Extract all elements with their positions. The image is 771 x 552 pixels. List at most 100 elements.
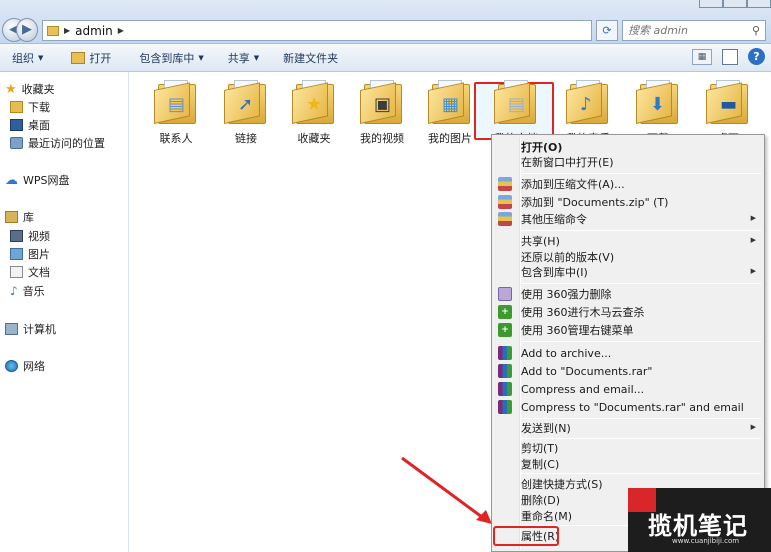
file-item-pictures[interactable]: ▦ 我的图片 [416,78,484,146]
watermark-text: 揽机笔记 [648,512,748,540]
recent-places-icon [10,137,23,149]
blank-icon [498,509,512,523]
maximize-button[interactable] [723,0,747,8]
menu-item-360-trojan-scan[interactable]: + 使用 360进行木马云查杀 [494,303,762,321]
file-label: 我的视频 [360,132,404,145]
menu-label: 重命名(M) [521,510,573,523]
close-button[interactable] [747,0,771,8]
breadcrumb-chevron-icon[interactable]: ▶ [64,26,70,35]
winrar-icon [498,400,512,414]
sidebar-label: 下载 [28,101,50,114]
picture-library-icon [10,248,23,260]
sidebar-item-favorites[interactable]: ★ 收藏夹 [5,81,55,97]
menu-label: 共享(H) [521,235,560,248]
cloud-icon: ☁ [5,172,18,188]
menu-item-other-compress[interactable]: 其他压缩命令 ▶ [494,210,762,228]
new-folder-button[interactable]: 新建文件夹 [275,50,346,66]
sidebar-label: 音乐 [22,285,45,298]
sidebar-item-downloads[interactable]: 下载 [10,99,50,115]
sidebar-item-computer[interactable]: 计算机 [5,321,56,337]
videos-folder-icon: ▣ [360,78,404,124]
sidebar-label: 最近访问的位置 [28,137,105,150]
submenu-arrow-icon: ▶ [750,267,756,275]
menu-item-rar-add-archive[interactable]: Add to archive... [494,344,762,362]
menu-label: 使用 360强力删除 [521,288,612,301]
menu-label: 其他压缩命令 [521,213,587,226]
blank-icon [498,250,512,264]
search-input[interactable] [628,24,746,37]
menu-label: Compress and email... [521,382,645,396]
menu-label: 复制(C) [521,458,560,471]
search-box[interactable]: ⚲ [622,20,766,41]
sidebar-label: 文档 [28,266,50,279]
submenu-arrow-icon: ▶ [750,214,756,222]
menu-item-include-library[interactable]: 包含到库中(I) ▶ [494,263,762,281]
file-item-videos[interactable]: ▣ 我的视频 [348,78,416,146]
menu-item-rar-compress-email[interactable]: Compress and email... [494,380,762,398]
menu-item-send-to[interactable]: 发送到(N) ▶ [494,419,762,437]
breadcrumb-admin[interactable]: admin [75,24,113,38]
menu-item-360-manage-menu[interactable]: + 使用 360管理右键菜单 [494,321,762,339]
sidebar-label: 计算机 [23,323,56,336]
file-item-favorites[interactable]: ★ 收藏夹 [280,78,348,146]
sidebar-label: 视频 [28,230,50,243]
search-icon[interactable]: ⚲ [752,24,760,37]
sidebar-item-documents[interactable]: 文档 [10,264,50,280]
menu-item-add-to-zip[interactable]: 添加到 "Documents.zip" (T) [494,193,762,211]
menu-separator [521,341,761,342]
winrar-icon [498,382,512,396]
sidebar-item-libraries[interactable]: 库 [5,209,34,225]
file-item-contacts[interactable]: ▤ 联系人 [142,78,210,146]
command-toolbar: 组织 ▼ 打开 包含到库中 ▼ 共享 ▼ 新建文件夹 ▦ ? [0,44,771,72]
preview-pane-icon[interactable] [722,48,738,65]
refresh-icon: ⟳ [602,24,612,37]
include-library-button[interactable]: 包含到库中 ▼ [131,50,211,66]
downloads-folder-icon [10,101,23,113]
security-360-icon: + [498,305,512,319]
sidebar-item-desktop[interactable]: 桌面 [10,117,50,133]
include-library-label: 包含到库中 [139,51,195,65]
view-options-icon[interactable]: ▦ [692,48,712,65]
blank-icon [498,155,512,169]
watermark-logo: 揽机笔记 www.cuanjibiji.com [628,488,771,552]
menu-item-360-force-delete[interactable]: 使用 360强力删除 [494,285,762,303]
folder-icon [47,25,59,36]
minimize-button[interactable] [699,0,723,8]
menu-label: 包含到库中(I) [521,266,588,279]
address-field[interactable]: ▶ admin ▶ [42,20,592,41]
organize-button[interactable]: 组织 ▼ [4,50,51,66]
blank-icon [498,493,512,507]
file-item-links[interactable]: ➚ 链接 [212,78,280,146]
refresh-button[interactable]: ⟳ [596,20,618,41]
menu-separator [521,283,761,284]
music-folder-icon: ♪ [566,78,610,124]
open-button[interactable]: 打开 [63,50,119,66]
menu-separator [521,173,761,174]
blank-icon [498,234,512,248]
menu-item-rar-add-documents[interactable]: Add to "Documents.rar" [494,362,762,380]
sidebar-label: 网络 [23,360,45,373]
sidebar-label: 收藏夹 [21,83,55,96]
menu-item-open-new-window[interactable]: 在新窗口中打开(E) [494,153,762,171]
menu-item-rar-compress-documents-email[interactable]: Compress to "Documents.rar" and email [494,398,762,416]
blank-icon [498,140,512,154]
file-label: 我的图片 [428,132,472,145]
breadcrumb-chevron-icon[interactable]: ▶ [118,26,124,35]
sidebar-item-videos[interactable]: 视频 [10,228,50,244]
sidebar-item-recent[interactable]: 最近访问的位置 [10,135,105,151]
help-icon[interactable]: ? [748,48,765,65]
address-bar-area: ◀ ▶ ▶ admin ▶ ⟳ ⚲ [0,0,771,44]
annotation-arrow-icon [401,456,492,524]
sidebar-item-music[interactable]: ♪ 音乐 [10,283,45,299]
sidebar-item-network[interactable]: 网络 [5,358,45,374]
shredder-icon [498,287,512,301]
menu-item-copy[interactable]: 复制(C) [494,455,762,473]
forward-button[interactable]: ▶ [16,18,38,42]
menu-item-add-to-archive[interactable]: 添加到压缩文件(A)... [494,175,762,193]
sidebar-item-pictures[interactable]: 图片 [10,246,50,262]
share-button[interactable]: 共享 ▼ [220,50,267,66]
sidebar-item-wps-cloud[interactable]: ☁ WPS网盘 [5,172,70,188]
file-label: 链接 [235,132,257,145]
menu-label: 添加到压缩文件(A)... [521,178,625,191]
window-buttons [699,0,771,8]
